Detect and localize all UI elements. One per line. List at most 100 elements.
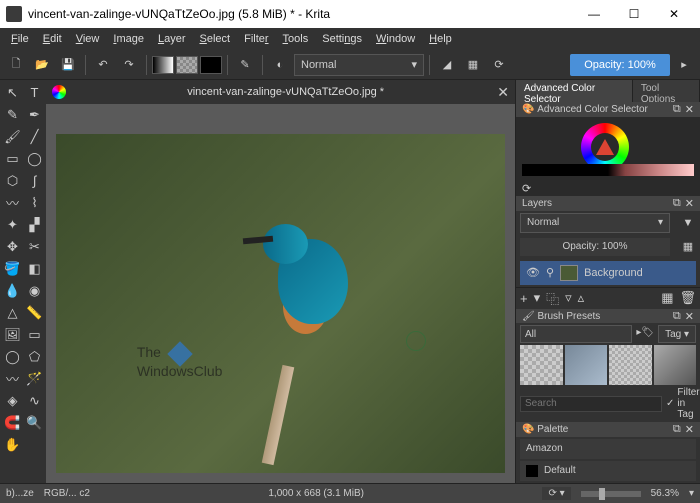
ellipse-tool-icon[interactable]: ◯	[24, 148, 45, 169]
close-brush-icon[interactable]: ✕	[685, 310, 694, 323]
ellipse-select-icon[interactable]: ◯	[2, 346, 23, 367]
calligraphy-tool-icon[interactable]: ✒	[24, 104, 45, 125]
refresh-icon[interactable]: ⟳	[522, 182, 531, 195]
dynamic-brush-icon[interactable]: ⌇	[24, 192, 45, 213]
picker-tool-icon[interactable]: 💧	[2, 280, 23, 301]
freehand-tool-icon[interactable]: 〰	[2, 192, 23, 213]
color-wheel-icon[interactable]	[52, 85, 66, 99]
move-down-icon[interactable]: ▿	[565, 290, 572, 306]
bezier-tool-icon[interactable]: ∫	[24, 170, 45, 191]
open-file-icon[interactable]: 📂	[30, 53, 54, 77]
poly-select-icon[interactable]: ⬠	[24, 346, 45, 367]
menu-help[interactable]: Help	[422, 31, 459, 47]
save-file-icon[interactable]: 💾	[56, 53, 80, 77]
menu-edit[interactable]: Edit	[36, 31, 69, 47]
color-triangle[interactable]	[596, 139, 614, 155]
reload-icon[interactable]: ⟳	[487, 53, 511, 77]
brush-preset-icon[interactable]: ◐	[268, 53, 292, 77]
pattern-swatch[interactable]	[176, 56, 198, 74]
transform-tool-icon[interactable]: ▞	[24, 214, 45, 235]
add-layer-icon[interactable]: +	[520, 291, 528, 306]
palette-item-default[interactable]: Default	[520, 461, 696, 481]
layer-options-icon[interactable]: ▦	[676, 235, 700, 259]
color-history-bar[interactable]	[522, 164, 694, 176]
polyline-tool-icon[interactable]: ⬡	[2, 170, 23, 191]
brush-preset-4[interactable]	[654, 345, 697, 385]
brush-preset-2[interactable]	[565, 345, 608, 385]
contiguous-select-icon[interactable]: 🪄	[24, 368, 45, 389]
fg-bg-swatch[interactable]	[200, 56, 222, 74]
gradient-tool-icon[interactable]: ◧	[24, 258, 45, 279]
multibrush-tool-icon[interactable]: ✦	[2, 214, 23, 235]
measure-tool-icon[interactable]: 📏	[24, 302, 45, 323]
brush-preset-1[interactable]	[520, 345, 563, 385]
chevron-right-icon[interactable]: ▸	[672, 53, 696, 77]
zoom-tool-icon[interactable]: 🔍	[24, 412, 45, 433]
color-selector[interactable]	[516, 117, 700, 182]
menu-settings[interactable]: Settings	[315, 31, 369, 47]
document-tab[interactable]: vincent-van-zalinge-vUNQaTtZeOo.jpg *	[74, 86, 497, 98]
menu-layer[interactable]: Layer	[151, 31, 193, 47]
float-brush-icon[interactable]: ⧉	[673, 310, 681, 323]
menu-filter[interactable]: Filter	[237, 31, 275, 47]
bezier-select-icon[interactable]: ∿	[24, 390, 45, 411]
menu-window[interactable]: Window	[369, 31, 422, 47]
float-palette-icon[interactable]: ⧉	[673, 423, 681, 436]
eraser-icon[interactable]: ◢	[435, 53, 459, 77]
zoom-slider[interactable]	[581, 491, 641, 497]
menu-tools[interactable]: Tools	[276, 31, 316, 47]
pan-tool-icon[interactable]: ✋	[2, 434, 23, 455]
rect-tool-icon[interactable]: ▭	[2, 148, 23, 169]
menu-select[interactable]: Select	[193, 31, 238, 47]
layer-opacity-slider[interactable]: Opacity: 100%	[520, 238, 670, 256]
layer-row[interactable]: 👁 ⚲ Background	[520, 261, 696, 285]
menu-view[interactable]: View	[69, 31, 107, 47]
zoom-dropdown-icon[interactable]: ▾	[689, 488, 694, 499]
rotation-select[interactable]: ⟳ ▾	[542, 487, 570, 500]
brush-search-input[interactable]	[520, 396, 662, 412]
gradient-swatch[interactable]	[152, 56, 174, 74]
ref-tool-icon[interactable]: 🖼	[2, 324, 23, 345]
tag-button[interactable]: Tag ▾	[658, 325, 696, 343]
link-icon[interactable]: ⚲	[546, 266, 554, 279]
close-layers-icon[interactable]: ✕	[685, 197, 694, 210]
layer-settings-icon[interactable]: ▦	[661, 290, 673, 306]
brush-tool-icon[interactable]: 🖌	[2, 126, 23, 147]
maximize-button[interactable]: ☐	[614, 0, 654, 28]
similar-select-icon[interactable]: ◈	[2, 390, 23, 411]
brush-preset-3[interactable]	[609, 345, 652, 385]
move-tool-icon[interactable]: ↖	[2, 82, 23, 103]
visibility-icon[interactable]: 👁	[526, 266, 540, 279]
brush-edit-icon[interactable]: ✎	[233, 53, 257, 77]
shape-edit-tool-icon[interactable]: ✎	[2, 104, 23, 125]
close-docker-icon[interactable]: ✕	[685, 103, 694, 116]
line-tool-icon[interactable]: ╱	[24, 126, 45, 147]
delete-layer-icon[interactable]: 🗑	[679, 290, 696, 306]
layer-blend-select[interactable]: Normal ▾	[520, 213, 670, 233]
close-tab-icon[interactable]: ✕	[497, 84, 509, 101]
redo-icon[interactable]: ↷	[117, 53, 141, 77]
tab-tool-options[interactable]: Tool Options	[633, 80, 700, 102]
assist-tool-icon[interactable]: △	[2, 302, 23, 323]
move-layer-tool-icon[interactable]: ✥	[2, 236, 23, 257]
close-palette-icon[interactable]: ✕	[685, 423, 694, 436]
opacity-button[interactable]: Opacity: 100%	[570, 54, 670, 76]
menu-file[interactable]: File	[4, 31, 36, 47]
float-layers-icon[interactable]: ⧉	[673, 197, 681, 210]
filter-layers-icon[interactable]: ▼	[676, 211, 700, 235]
smart-patch-icon[interactable]: ◉	[24, 280, 45, 301]
minimize-button[interactable]: —	[574, 0, 614, 28]
fill-tool-icon[interactable]: 🪣	[2, 258, 23, 279]
tag-arrow-icon[interactable]: ▸🏷	[634, 325, 656, 343]
move-up-icon[interactable]: ▵	[578, 290, 585, 306]
close-button[interactable]: ✕	[654, 0, 694, 28]
filter-in-tag-check[interactable]: ✓ Filter in Tag	[666, 387, 700, 420]
alpha-lock-icon[interactable]: ▦	[461, 53, 485, 77]
freehand-select-icon[interactable]: 〰	[2, 368, 23, 389]
canvas[interactable]: The WindowsClub	[46, 104, 515, 483]
float-docker-icon[interactable]: ⧉	[673, 103, 681, 116]
tab-color-selector[interactable]: Advanced Color Selector	[516, 80, 633, 102]
blend-mode-select[interactable]: Normal ▾	[294, 54, 424, 76]
rect-select-icon[interactable]: ▭	[24, 324, 45, 345]
undo-icon[interactable]: ↶	[91, 53, 115, 77]
